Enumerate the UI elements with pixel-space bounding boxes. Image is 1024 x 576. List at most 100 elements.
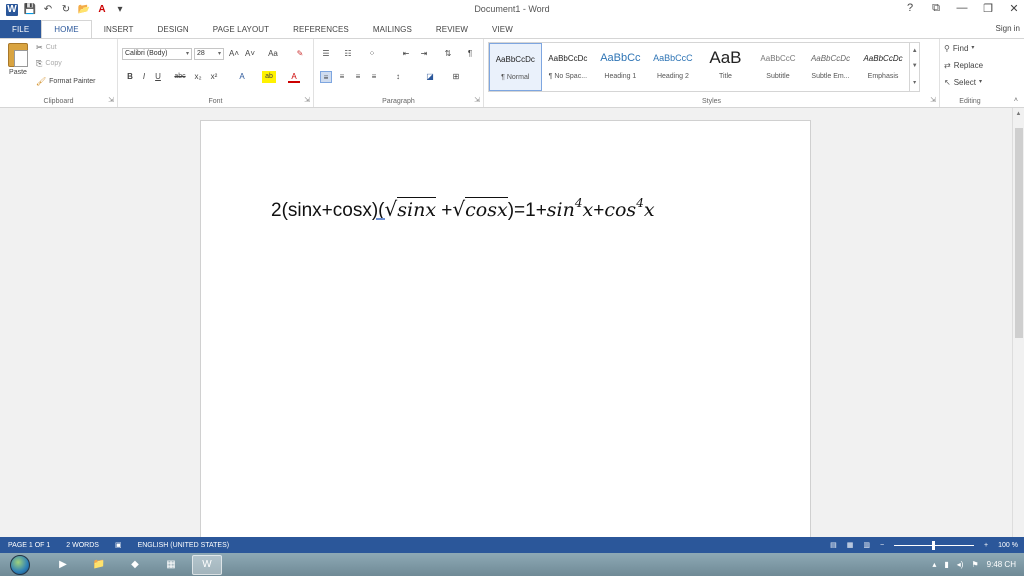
- tab-file[interactable]: FILE: [0, 20, 42, 38]
- minimize-button[interactable]: —: [956, 2, 968, 15]
- multilevel-list-button[interactable]: ⁘: [366, 48, 378, 60]
- zoom-level[interactable]: 100 %: [998, 542, 1018, 549]
- superscript-button[interactable]: x²: [208, 71, 220, 83]
- clock[interactable]: 9:48 CH: [987, 560, 1016, 569]
- styles-launcher-icon[interactable]: ⇲: [930, 96, 936, 104]
- align-right-button[interactable]: ≡: [352, 71, 364, 83]
- style-title[interactable]: AaB Title: [699, 43, 752, 91]
- show-formatting-button[interactable]: ¶: [464, 48, 476, 60]
- clipboard-launcher-icon[interactable]: ⇲: [108, 96, 114, 104]
- find-button[interactable]: ⚲ Find ▾: [944, 44, 974, 53]
- redo-icon[interactable]: ↻: [60, 4, 72, 16]
- undo-icon[interactable]: ↶: [42, 4, 54, 16]
- shading-button[interactable]: ◪: [424, 71, 436, 83]
- tab-design[interactable]: DESIGN: [146, 20, 201, 38]
- chevron-up-icon[interactable]: ▲: [912, 48, 918, 54]
- grow-font-button[interactable]: A˄: [228, 48, 240, 60]
- text-effects-button[interactable]: A: [236, 71, 248, 83]
- tab-page-layout[interactable]: PAGE LAYOUT: [201, 20, 281, 38]
- copy-button[interactable]: ⎘ Copy: [36, 59, 62, 68]
- underline-button[interactable]: U: [152, 71, 164, 83]
- font-color-icon[interactable]: A: [96, 4, 108, 16]
- tab-insert[interactable]: INSERT: [92, 20, 146, 38]
- font-size-combobox[interactable]: 28 ▾: [194, 48, 224, 60]
- help-button[interactable]: ?: [904, 2, 916, 15]
- subscript-button[interactable]: x₂: [192, 71, 204, 83]
- tab-references[interactable]: REFERENCES: [281, 20, 361, 38]
- read-mode-icon[interactable]: ▤: [830, 541, 837, 549]
- save-icon[interactable]: 💾: [24, 4, 36, 16]
- zoom-slider[interactable]: [894, 540, 975, 550]
- word-app-icon[interactable]: W: [6, 4, 18, 16]
- cut-button[interactable]: ✂ Cut: [36, 43, 57, 52]
- tab-home[interactable]: HOME: [41, 20, 92, 38]
- proofing-icon[interactable]: ▣: [107, 541, 130, 549]
- web-layout-icon[interactable]: ▥: [863, 541, 870, 549]
- sort-button[interactable]: ⇅: [442, 48, 454, 60]
- flag-icon[interactable]: ⚑: [971, 560, 978, 569]
- font-color-button[interactable]: A: [288, 71, 300, 83]
- format-painter-button[interactable]: 🖌 Format Painter: [36, 77, 95, 86]
- scroll-up-icon[interactable]: ▲: [1013, 108, 1024, 120]
- zoom-in-button[interactable]: +: [984, 542, 988, 549]
- scroll-thumb[interactable]: [1015, 128, 1023, 338]
- font-launcher-icon[interactable]: ⇲: [304, 96, 310, 104]
- word-taskbar-icon[interactable]: W: [192, 554, 222, 575]
- customize-qat-icon[interactable]: ▾: [114, 4, 126, 16]
- styles-gallery-scroll[interactable]: ▲ ▼ ▾: [909, 43, 919, 91]
- tab-mailings[interactable]: MAILINGS: [361, 20, 424, 38]
- style-subtitle[interactable]: AaBbCcC Subtitle: [752, 43, 805, 91]
- justify-button[interactable]: ≡: [368, 71, 380, 83]
- vertical-scrollbar[interactable]: ▲: [1012, 108, 1024, 537]
- zoom-knob[interactable]: [932, 540, 936, 550]
- line-spacing-button[interactable]: ↕: [392, 71, 404, 83]
- bullets-button[interactable]: ☰: [320, 48, 332, 60]
- document-page[interactable]: 2(sinx+cosx)(√sinx +√cosx)=1+sin4x+cos4x: [200, 120, 811, 540]
- bold-button[interactable]: B: [124, 71, 136, 83]
- clear-formatting-icon[interactable]: ✎: [294, 48, 306, 60]
- collapse-ribbon-icon[interactable]: ˄: [1014, 97, 1018, 104]
- zoom-out-button[interactable]: −: [880, 542, 884, 549]
- replace-button[interactable]: ⇄ Replace: [944, 61, 983, 70]
- network-icon[interactable]: ▮: [944, 560, 948, 569]
- sign-in-link[interactable]: Sign in: [996, 24, 1020, 33]
- select-button[interactable]: ↖ Select ▾: [944, 78, 982, 87]
- style-heading-2[interactable]: AaBbCcC Heading 2: [647, 43, 700, 91]
- highlight-color-button[interactable]: ab: [262, 71, 276, 83]
- word-count[interactable]: 2 WORDS: [58, 542, 107, 549]
- explorer-icon[interactable]: 📁: [84, 555, 114, 575]
- excel-icon[interactable]: ▦: [156, 555, 186, 575]
- increase-indent-button[interactable]: ⇥: [418, 48, 430, 60]
- style-normal[interactable]: AaBbCcDc ¶ Normal: [489, 43, 542, 91]
- align-center-button[interactable]: ≡: [336, 71, 348, 83]
- close-button[interactable]: ✕: [1008, 2, 1020, 15]
- media-player-icon[interactable]: ▶: [48, 555, 78, 575]
- tab-review[interactable]: REVIEW: [424, 20, 480, 38]
- page-count[interactable]: PAGE 1 OF 1: [0, 542, 58, 549]
- print-layout-icon[interactable]: ▦: [847, 541, 854, 549]
- app-icon[interactable]: ◆: [120, 555, 150, 575]
- ribbon-display-options-button[interactable]: ⧉: [930, 2, 942, 15]
- style-no-spacing[interactable]: AaBbCcDc ¶ No Spac...: [542, 43, 595, 91]
- font-name-combobox[interactable]: Calibri (Body) ▾: [122, 48, 192, 60]
- language[interactable]: ENGLISH (UNITED STATES): [130, 542, 238, 549]
- shrink-font-button[interactable]: A˅: [244, 48, 256, 60]
- equation[interactable]: 2(sinx+cosx)(√sinx +√cosx)=1+sin4x+cos4x: [271, 196, 655, 222]
- paragraph-launcher-icon[interactable]: ⇲: [474, 96, 480, 104]
- restore-button[interactable]: ❐: [982, 2, 994, 15]
- borders-button[interactable]: ⊞: [450, 71, 462, 83]
- more-icon[interactable]: ▾: [913, 79, 916, 86]
- volume-icon[interactable]: ◂): [957, 560, 964, 569]
- show-hidden-icons-icon[interactable]: ▴: [932, 560, 936, 569]
- align-left-button[interactable]: ≡: [320, 71, 332, 83]
- style-heading-1[interactable]: AaBbCc Heading 1: [594, 43, 647, 91]
- decrease-indent-button[interactable]: ⇤: [400, 48, 412, 60]
- paste-button[interactable]: Paste: [4, 43, 32, 89]
- strikethrough-button[interactable]: abc: [172, 71, 188, 83]
- numbering-button[interactable]: ☷: [342, 48, 354, 60]
- italic-button[interactable]: I: [138, 71, 150, 83]
- style-emphasis[interactable]: AaBbCcDc Emphasis: [857, 43, 910, 91]
- chevron-down-icon[interactable]: ▼: [912, 63, 918, 69]
- tab-view[interactable]: VIEW: [480, 20, 525, 38]
- open-icon[interactable]: 📂: [78, 4, 90, 16]
